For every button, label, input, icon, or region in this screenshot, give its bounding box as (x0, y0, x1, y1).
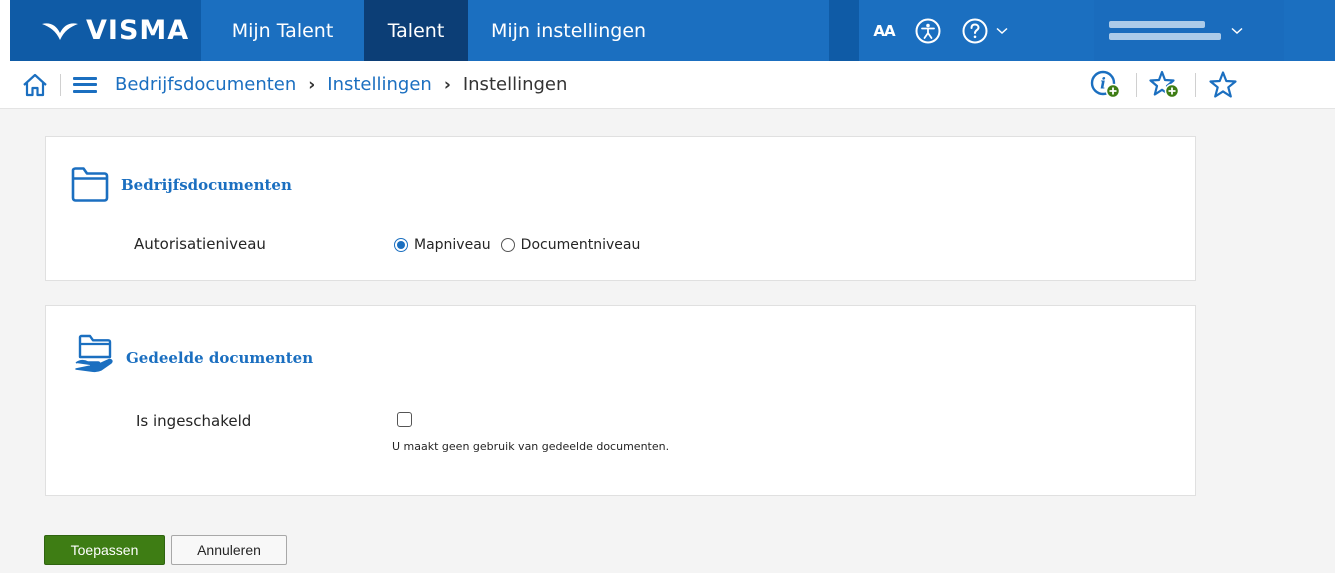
nav-divider (829, 0, 859, 61)
info-add-icon: i (1090, 70, 1121, 99)
main-navigation: VISMA Mijn Talent Talent Mijn instelling… (0, 0, 1335, 61)
help-icon (962, 18, 987, 43)
is-enabled-checkbox[interactable] (397, 412, 412, 427)
font-size-label: AA (873, 21, 895, 40)
menu-icon-line (73, 76, 97, 80)
radio-label: Mapniveau (414, 237, 491, 253)
font-size-button[interactable]: AA (859, 0, 909, 61)
nav-tools: AA (859, 0, 1022, 61)
user-name-redacted (1109, 16, 1221, 45)
authorization-level-label: Autorisatieniveau (134, 235, 266, 253)
breadcrumb-tools: i (1090, 61, 1238, 109)
star-add-icon (1149, 70, 1180, 99)
company-documents-panel: Bedrijfsdocumenten Autorisatieniveau Map… (45, 136, 1196, 281)
cancel-button[interactable]: Annuleren (171, 535, 287, 565)
help-button[interactable] (947, 0, 1022, 61)
info-add-button[interactable]: i (1090, 70, 1124, 100)
radio-document-level[interactable]: Documentniveau (500, 237, 641, 253)
top-bar: VISMA Mijn Talent Talent Mijn instelling… (0, 0, 1335, 61)
logo-text: VISMA (86, 15, 190, 46)
shared-documents-note: U maakt geen gebruik van gedeelde docume… (392, 440, 670, 453)
divider (1195, 73, 1196, 97)
nav-item-mijn-talent[interactable]: Mijn Talent (201, 0, 364, 61)
chevron-down-icon (1231, 27, 1243, 34)
accessibility-button[interactable] (909, 0, 947, 61)
home-icon (23, 73, 47, 96)
divider (1136, 73, 1137, 97)
apply-button[interactable]: Toepassen (44, 535, 165, 565)
breadcrumb-bar: Bedrijfsdocumenten › Instellingen › Inst… (0, 61, 1335, 109)
panel-title: Gedeelde documenten (126, 349, 314, 367)
is-enabled-label: Is ingeschakeld (136, 412, 252, 430)
panel-title: Bedrijfsdocumenten (121, 176, 292, 194)
chevron-down-icon (995, 27, 1008, 34)
shared-folder-icon (75, 334, 113, 373)
radio-button-checked[interactable] (394, 238, 408, 252)
user-menu[interactable] (1094, 0, 1284, 61)
menu-button[interactable] (73, 75, 97, 95)
visma-logo[interactable]: VISMA (10, 0, 201, 61)
radio-folder-level[interactable]: Mapniveau (394, 237, 491, 253)
breadcrumb-separator: › (443, 74, 451, 95)
breadcrumb-item-instellingen[interactable]: Instellingen (327, 74, 432, 95)
nav-item-talent[interactable]: Talent (364, 0, 468, 61)
radio-button[interactable] (500, 238, 515, 252)
star-icon (1209, 71, 1237, 98)
breadcrumb: Bedrijfsdocumenten › Instellingen › Inst… (115, 74, 567, 95)
favorite-add-button[interactable] (1149, 70, 1183, 100)
breadcrumb-separator: › (308, 74, 316, 95)
shared-documents-panel: Gedeelde documenten Is ingeschakeld U ma… (45, 305, 1196, 496)
menu-icon-line (73, 83, 97, 86)
radio-label: Documentniveau (520, 237, 641, 253)
authorization-level-options: Mapniveau Documentniveau (394, 237, 640, 253)
folder-icon (71, 167, 109, 202)
visma-logo-mark-icon (42, 22, 78, 40)
divider (60, 73, 61, 96)
accessibility-icon (915, 18, 941, 43)
svg-text:i: i (1100, 75, 1106, 93)
breadcrumb-item-bedrijfsdocumenten[interactable]: Bedrijfsdocumenten (115, 74, 296, 95)
breadcrumb-current: Instellingen (462, 74, 568, 95)
menu-icon-line (73, 89, 97, 93)
nav-item-mijn-instellingen[interactable]: Mijn instellingen (468, 0, 829, 61)
home-button[interactable] (22, 72, 48, 98)
favorite-button[interactable] (1208, 70, 1238, 100)
